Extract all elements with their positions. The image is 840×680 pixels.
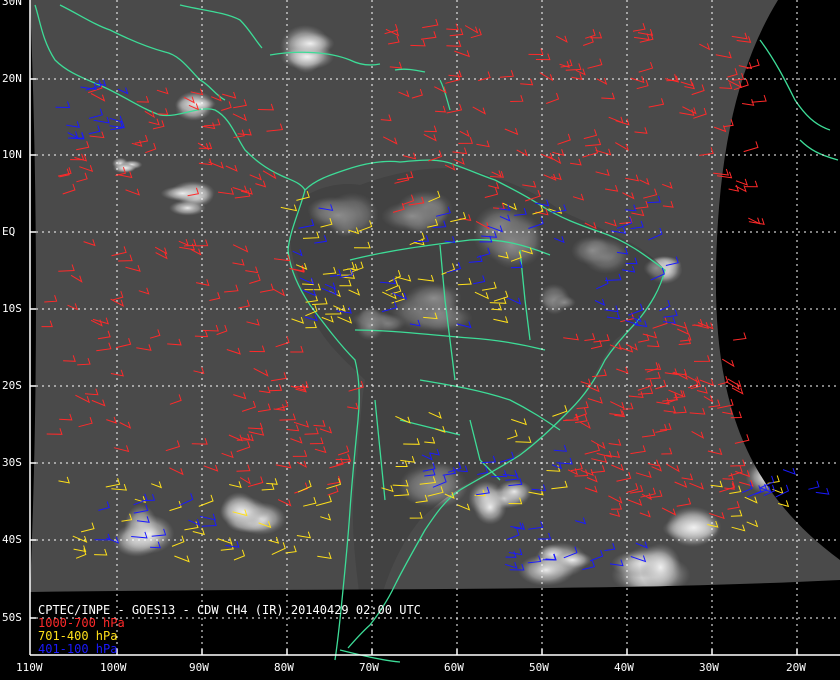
lat-label-10s: 10S — [2, 302, 22, 315]
lon-label-30w: 30W — [699, 661, 719, 674]
lon-label-20w: 20W — [786, 661, 806, 674]
lat-label-50s: 50S — [2, 611, 22, 624]
lon-label-100w: 100W — [100, 661, 127, 674]
lon-label-80w: 80W — [274, 661, 294, 674]
lat-label-20n: 20N — [2, 72, 22, 85]
lat-label-20s: 20S — [2, 379, 22, 392]
lon-label-90w: 90W — [189, 661, 209, 674]
lon-label-50w: 50W — [529, 661, 549, 674]
legend-high-level: 401-100 hPa — [38, 642, 118, 656]
lon-label-70w: 70W — [359, 661, 379, 674]
lat-label-40s: 40S — [2, 533, 22, 546]
lat-label-eq: EQ — [2, 225, 16, 238]
ir-imagery — [30, 0, 840, 592]
map-canvas — [0, 0, 840, 680]
lat-label-10n: 10N — [2, 148, 22, 161]
satellite-wind-map: 30N 20N 10N EQ 10S 20S 30S 40S 50S 110W … — [0, 0, 840, 680]
lon-label-110w: 110W — [16, 661, 43, 674]
lat-label-30s: 30S — [2, 456, 22, 469]
lon-label-60w: 60W — [444, 661, 464, 674]
lon-label-40w: 40W — [614, 661, 634, 674]
lat-label-30n: 30N — [2, 0, 22, 8]
map-caption: CPTEC/INPE - GOES13 - CDW CH4 (IR) 20140… — [38, 604, 421, 656]
